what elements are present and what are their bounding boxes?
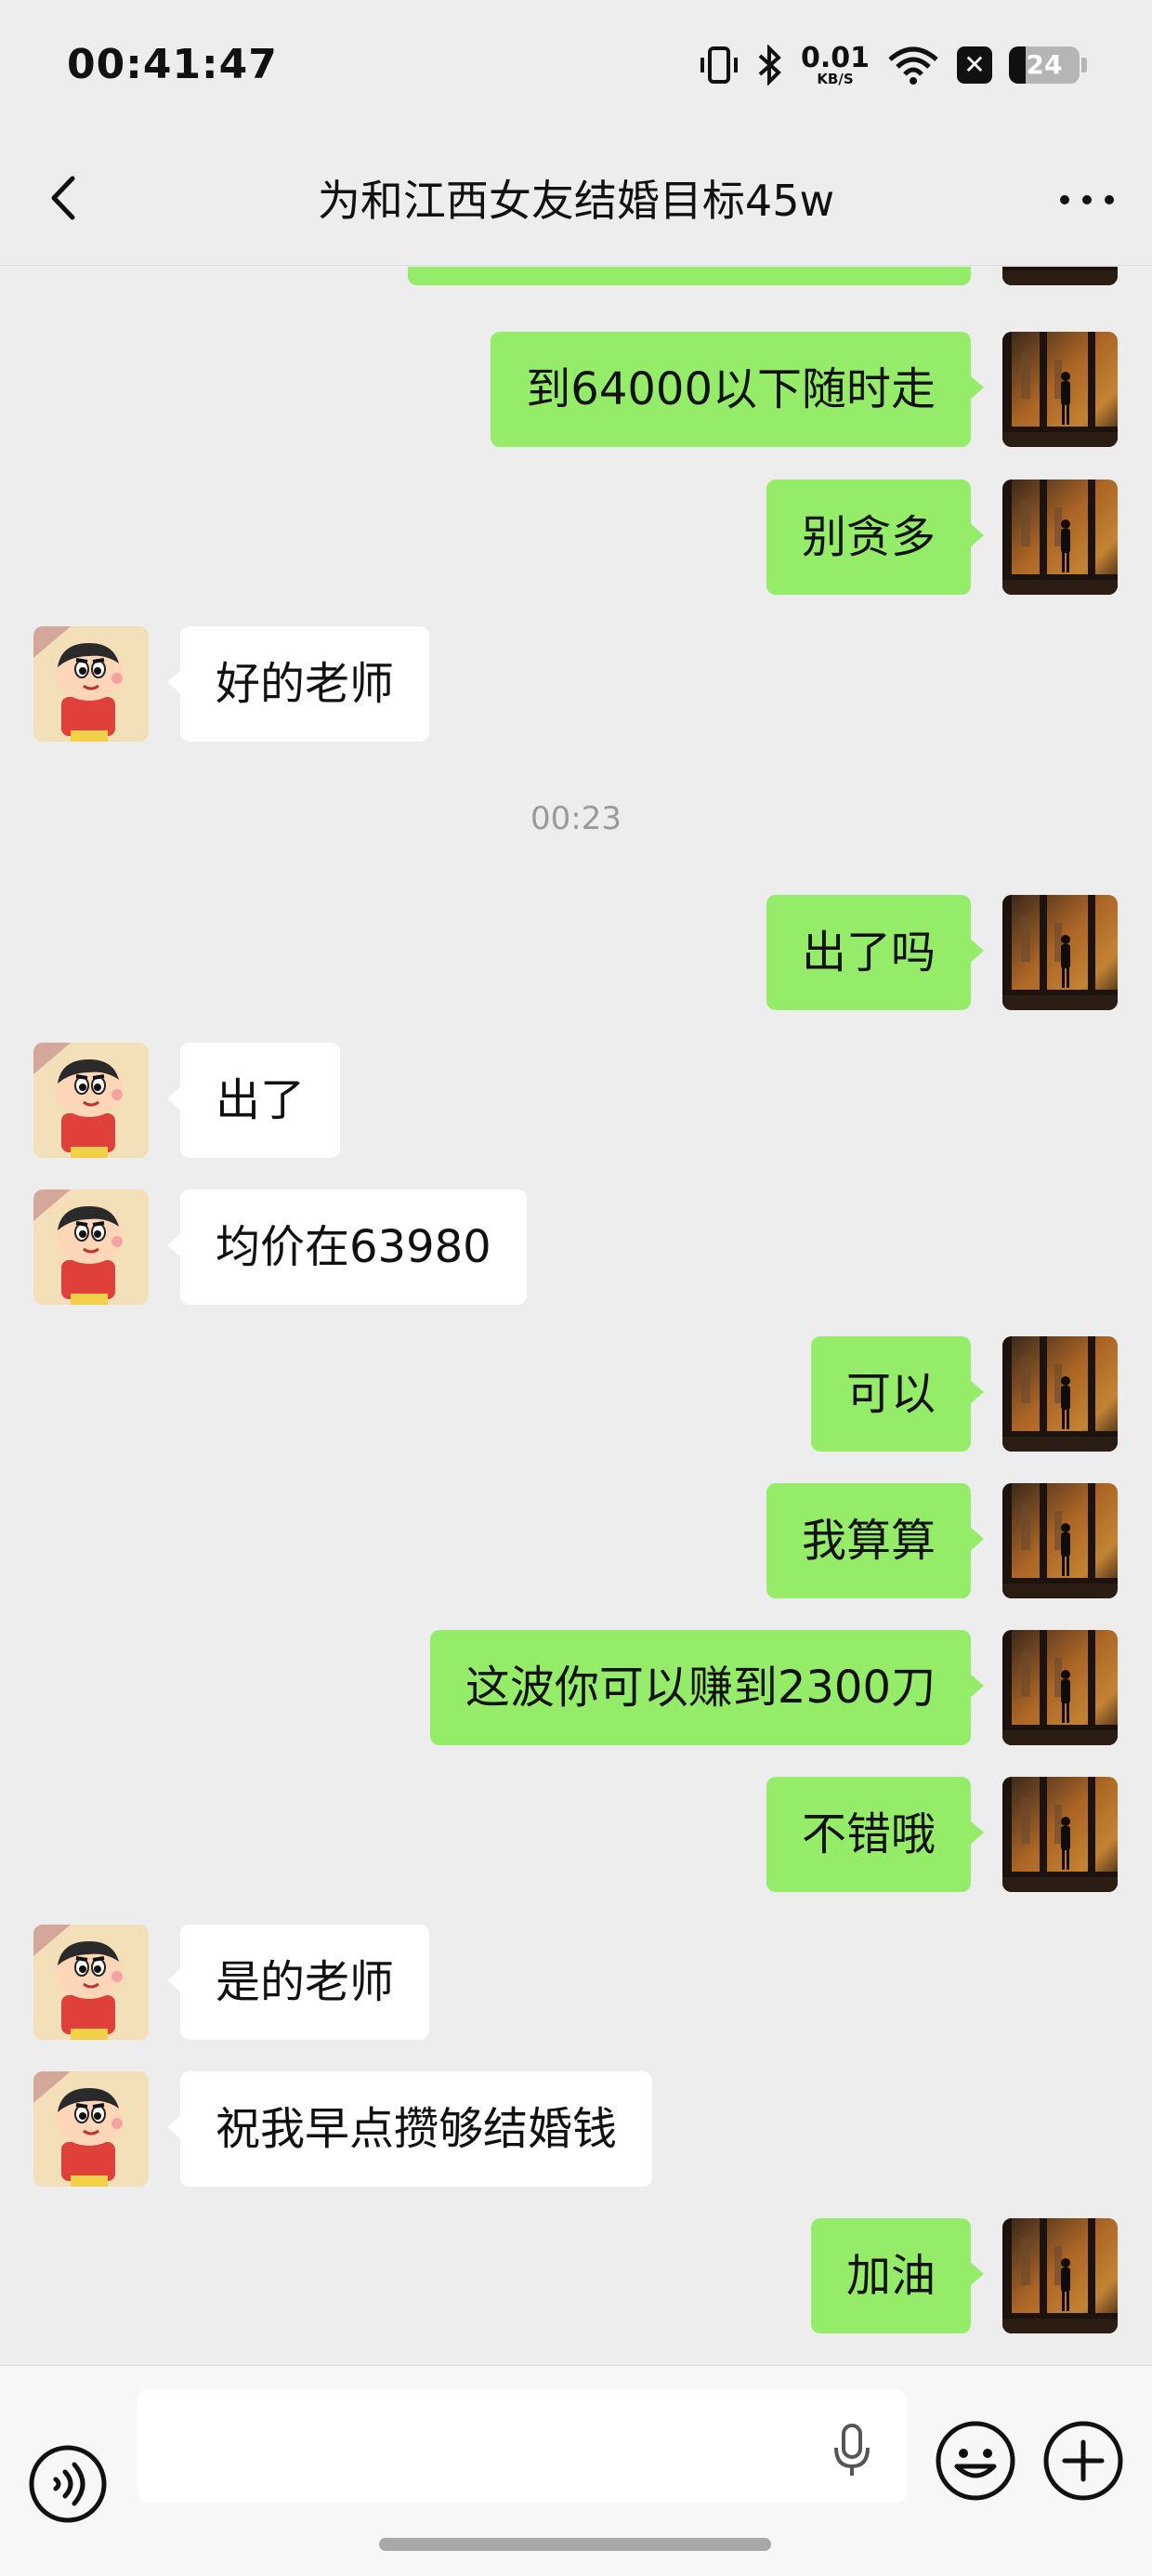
net-speed: 0.01 KB/S: [800, 41, 870, 87]
avatar[interactable]: [1002, 895, 1118, 1010]
status-time: 00:41:47: [67, 41, 278, 88]
message-bubble[interactable]: 加油: [810, 2218, 985, 2333]
more-dots-icon[interactable]: [1050, 167, 1124, 232]
message-row: 加油: [0, 2218, 1152, 2333]
x-badge-icon: ✕: [957, 46, 992, 84]
message-row: 我算算: [0, 1483, 1152, 1598]
net-speed-value: 0.01: [800, 41, 870, 74]
message-bubble[interactable]: 到64000以下随时走: [491, 332, 984, 447]
message-row: 祝我早点攒够结婚钱: [0, 2071, 1152, 2187]
message-bubble-cutoff[interactable]: [408, 267, 971, 285]
avatar[interactable]: [33, 1925, 149, 2040]
avatar[interactable]: [1002, 1630, 1118, 1745]
battery-icon: 24: [1009, 46, 1080, 84]
message-row: 别贪多: [0, 480, 1152, 595]
message-bubble[interactable]: 是的老师: [166, 1925, 430, 2040]
message-row: 这波你可以赚到2300刀: [0, 1630, 1152, 1745]
message-row: 出了: [0, 1043, 1152, 1158]
chat-header: 为和江西女友结婚目标45w: [0, 130, 1152, 266]
message-input[interactable]: [137, 2389, 907, 2503]
home-indicator[interactable]: [379, 2538, 771, 2551]
message-bubble[interactable]: 可以: [810, 1336, 985, 1452]
vibrate-icon: [700, 46, 738, 84]
avatar[interactable]: [33, 2071, 149, 2187]
avatar[interactable]: [1002, 267, 1118, 285]
status-icons: 0.01 KB/S ✕ 24: [699, 39, 1087, 91]
message-bubble[interactable]: 出了吗: [766, 895, 985, 1010]
avatar[interactable]: [33, 1043, 149, 1158]
emoji-icon[interactable]: [935, 2420, 1016, 2502]
message-row: 出了吗: [0, 895, 1152, 1010]
net-speed-unit: KB/S: [817, 70, 854, 87]
battery-level: 24: [1026, 49, 1063, 80]
message-list[interactable]: 到64000以下随时走 别贪多 好的老师 00:23 出了吗 出了 均价在639…: [0, 267, 1152, 2365]
message-row: 好的老师: [0, 626, 1152, 742]
message-bubble[interactable]: 不错哦: [766, 1777, 985, 1892]
message-row: 是的老师: [0, 1925, 1152, 2040]
avatar[interactable]: [1002, 1336, 1118, 1452]
message-bubble[interactable]: 别贪多: [766, 480, 985, 595]
avatar[interactable]: [33, 626, 149, 742]
microphone-icon[interactable]: [829, 2422, 875, 2477]
message-row: 均价在63980: [0, 1189, 1152, 1305]
plus-circle-icon[interactable]: [1042, 2420, 1124, 2502]
message-bubble[interactable]: 均价在63980: [167, 1189, 527, 1305]
avatar[interactable]: [33, 1189, 149, 1305]
avatar[interactable]: [1002, 1483, 1118, 1598]
message-bubble[interactable]: 出了: [166, 1043, 341, 1158]
message-row: 到64000以下随时走: [0, 332, 1152, 447]
message-bubble[interactable]: 好的老师: [166, 626, 430, 742]
avatar[interactable]: [1002, 2218, 1118, 2333]
message-bubble[interactable]: 这波你可以赚到2300刀: [429, 1630, 985, 1745]
battery-tip: [1081, 58, 1087, 72]
time-divider: 00:23: [530, 800, 622, 837]
wifi-icon: [888, 46, 938, 85]
message-bubble[interactable]: 我算算: [766, 1483, 985, 1598]
voice-mode-icon[interactable]: [28, 2444, 108, 2524]
avatar[interactable]: [1002, 1777, 1118, 1892]
bluetooth-icon: [758, 45, 781, 85]
message-row: 不错哦: [0, 1777, 1152, 1892]
message-row-cutoff: [0, 267, 1152, 285]
status-bar: 00:41:47 0.01 KB/S ✕ 24: [0, 0, 1152, 130]
message-bubble[interactable]: 祝我早点攒够结婚钱: [166, 2071, 653, 2187]
avatar[interactable]: [1002, 332, 1118, 447]
message-row: 可以: [0, 1336, 1152, 1452]
avatar[interactable]: [1002, 480, 1118, 595]
chat-title: 为和江西女友结婚目标45w: [317, 176, 835, 226]
